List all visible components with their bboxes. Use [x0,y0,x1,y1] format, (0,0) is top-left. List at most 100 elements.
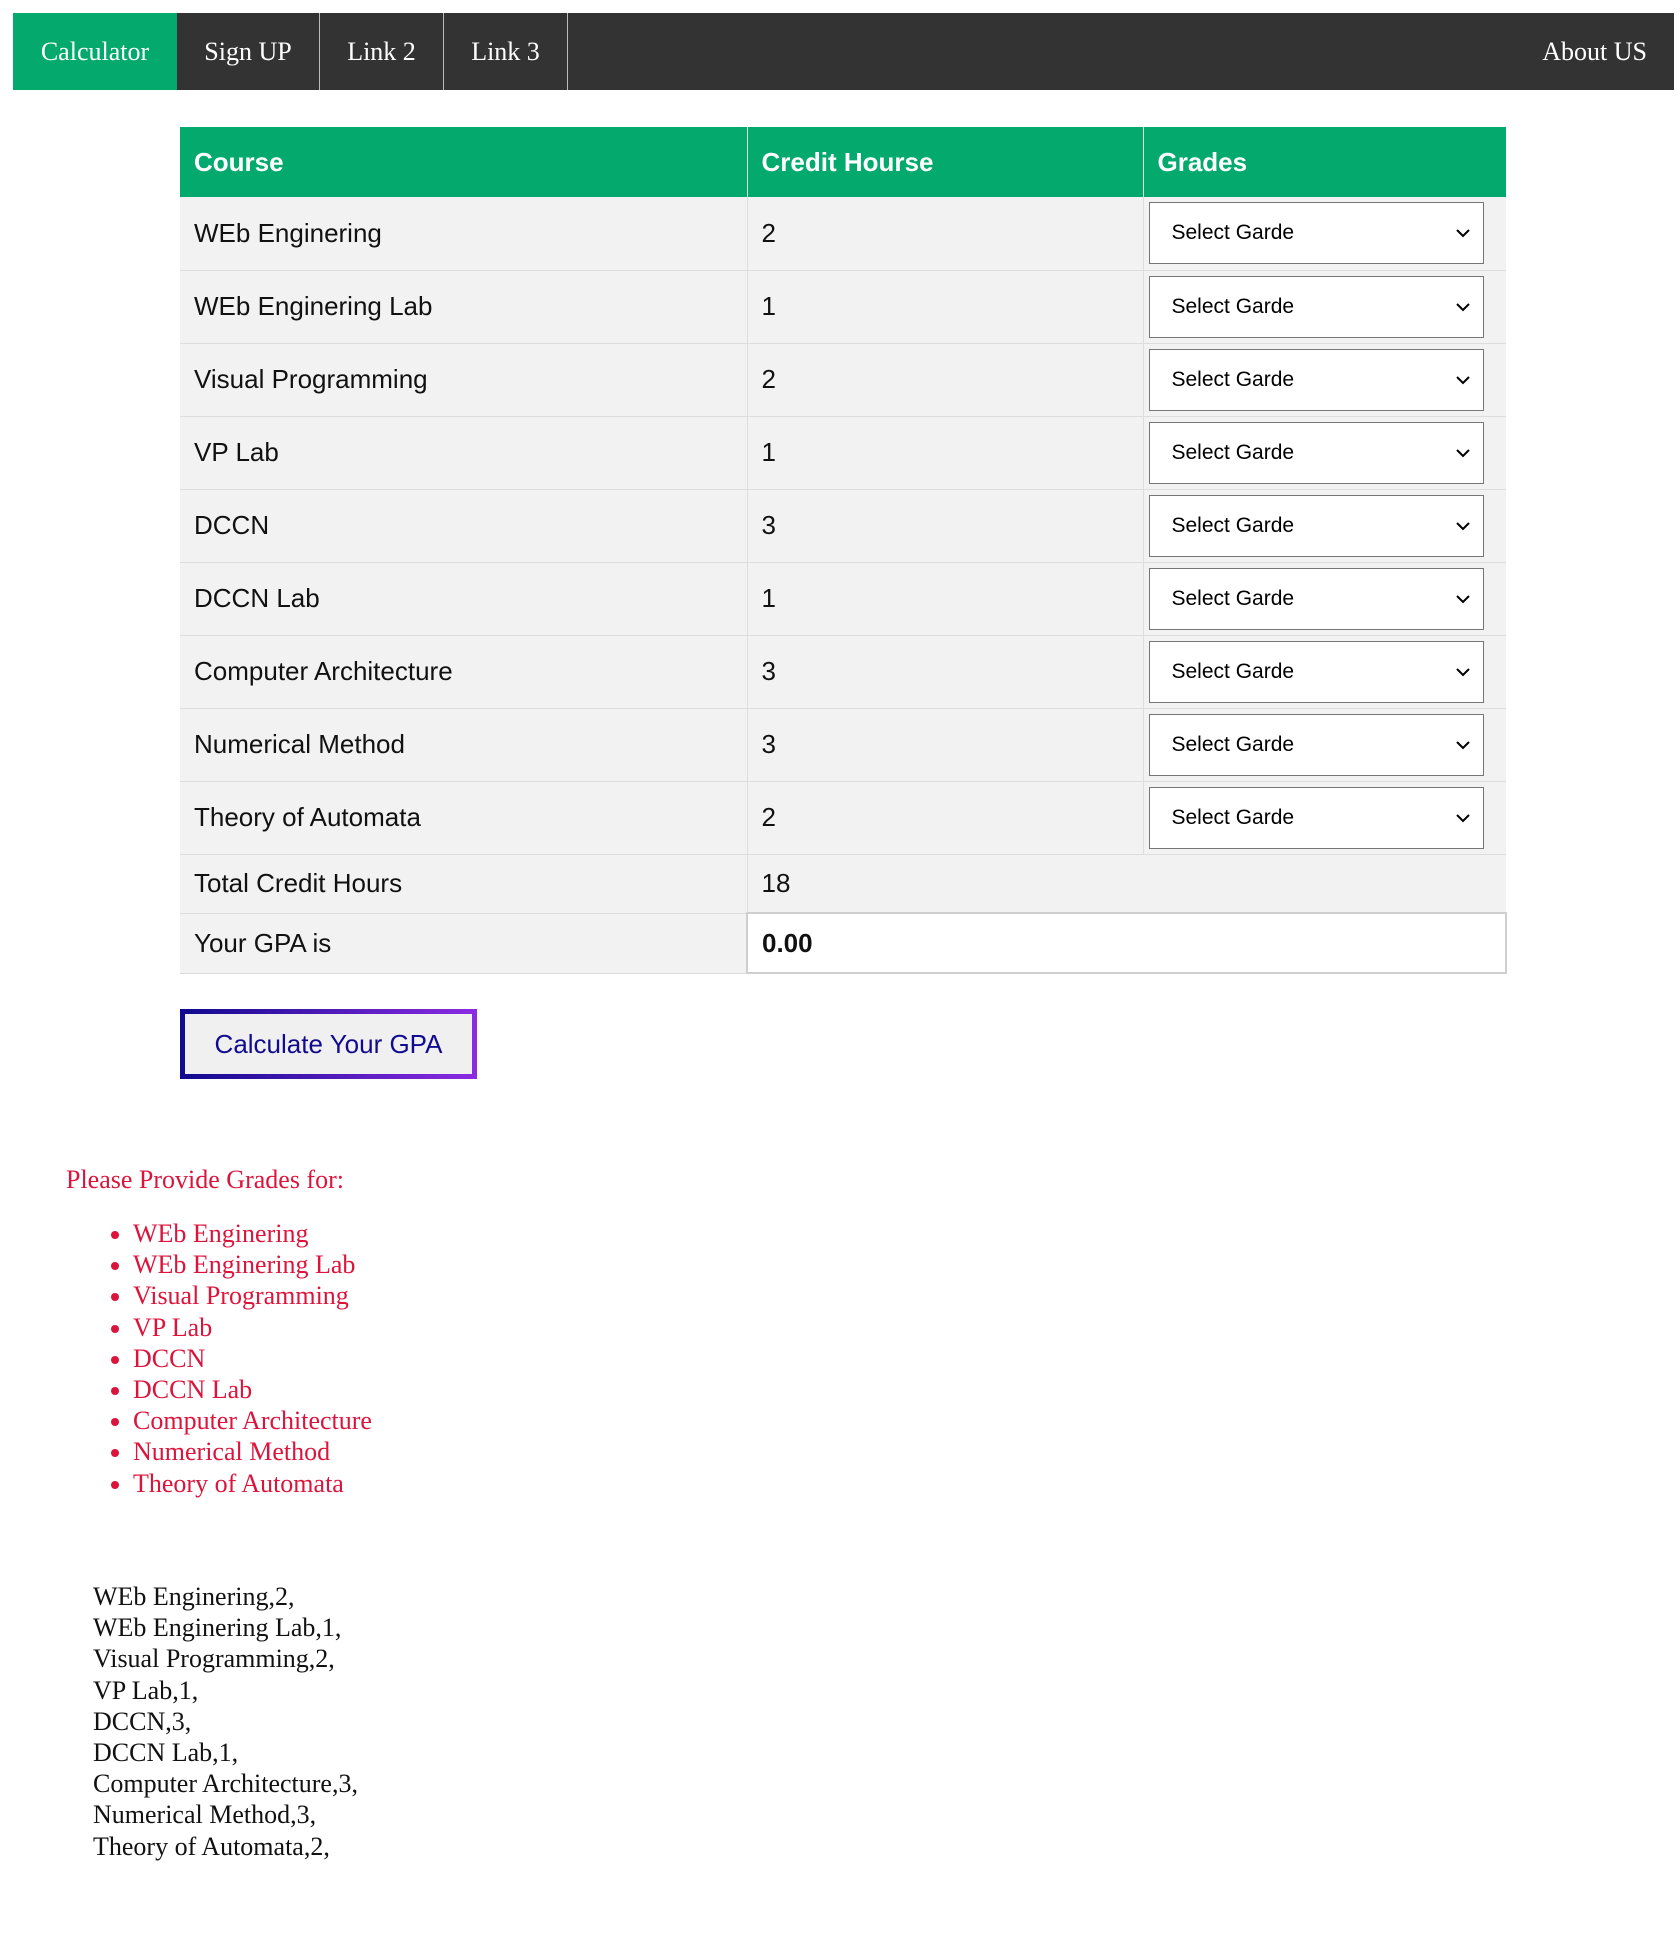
summary-line: WEb Enginering,2, [93,1582,295,1611]
list-item: WEb Enginering Lab [133,1249,372,1280]
credit-hours: 3 [747,708,1144,782]
list-item: DCCN [133,1343,372,1374]
summary-line: DCCN Lab,1, [93,1738,239,1768]
gpa-row: Your GPA is 0.00 [180,912,1507,974]
grade-select[interactable]: Select Garde [1148,275,1484,338]
missing-grades-warning: Please Provide Grades for: WEb Enginerin… [66,1160,372,1499]
summary-line: Numerical Method,3, [93,1800,317,1830]
table-row: WEb Enginering Lab 1 Select Garde [180,270,1506,344]
summary-line: VP Lab,1, [93,1675,199,1705]
credit-hours: 2 [747,781,1144,855]
grade-select[interactable]: Select Garde [1148,567,1484,630]
summary-line: Theory of Automata,2, [93,1831,330,1861]
course-name: Computer Architecture [180,635,748,709]
grade-cell: Select Garde [1143,562,1506,636]
course-name: VP Lab [180,416,748,490]
nav-calculator[interactable]: Calculator [13,13,177,90]
grade-cell: Select Garde [1143,781,1506,855]
grade-cell: Select Garde [1143,708,1506,782]
chevron-down-icon [1455,448,1470,457]
grade-select[interactable]: Select Garde [1148,640,1484,703]
credit-hours: 2 [747,197,1144,271]
grade-select-value: Select Garde [1171,513,1295,537]
grade-select[interactable]: Select Garde [1148,421,1484,484]
course-name: DCCN Lab [180,562,748,636]
grade-cell: Select Garde [1143,270,1506,344]
grade-select-value: Select Garde [1171,659,1295,683]
gpa-table: Course Credit Hourse Grades WEb Engineri… [180,127,1507,974]
chevron-down-icon [1455,375,1470,384]
grade-select-value: Select Garde [1171,221,1295,245]
grade-cell: Select Garde [1143,197,1506,271]
course-name: WEb Enginering [180,197,748,271]
grade-select[interactable]: Select Garde [1148,202,1484,265]
chevron-down-icon [1455,813,1470,822]
credit-hours: 1 [747,562,1144,636]
list-item: Theory of Automata [133,1468,372,1499]
grade-select[interactable]: Select Garde [1148,348,1484,411]
header-credit-hours: Credit Hourse [747,127,1144,197]
grade-select-value: Select Garde [1171,367,1295,391]
header-course: Course [180,127,748,197]
nav-about-us[interactable]: About US [1515,13,1674,90]
table-row: Theory of Automata 2 Select Garde [180,781,1506,855]
total-credit-label: Total Credit Hours [180,854,748,914]
list-item: Numerical Method [133,1436,372,1467]
top-navbar: Calculator Sign UP Link 2 Link 3 About U… [13,13,1674,90]
grade-cell: Select Garde [1143,343,1506,417]
grade-select[interactable]: Select Garde [1148,786,1484,849]
grade-select-value: Select Garde [1171,440,1295,464]
grade-cell: Select Garde [1143,416,1506,490]
chevron-down-icon [1455,521,1470,530]
list-item: VP Lab [133,1312,372,1343]
table-row: Visual Programming 2 Select Garde [180,343,1506,417]
gpa-label: Your GPA is [180,913,748,974]
credit-hours: 3 [747,489,1144,563]
table-header-row: Course Credit Hourse Grades [180,127,1506,197]
course-name: DCCN [180,489,748,563]
gpa-output: 0.00 [746,912,1507,974]
summary-line: DCCN,3, [93,1706,192,1736]
nav-link-3[interactable]: Link 3 [444,13,568,90]
chevron-down-icon [1455,740,1470,749]
total-credit-row: Total Credit Hours 18 [180,854,1506,914]
grade-select[interactable]: Select Garde [1148,494,1484,557]
summary-line: Visual Programming,2, [93,1644,335,1674]
grade-select-value: Select Garde [1171,732,1295,756]
chevron-down-icon [1455,594,1470,603]
nav-sign-up[interactable]: Sign UP [177,13,320,90]
chevron-down-icon [1455,667,1470,676]
warning-title: Please Provide Grades for: [66,1165,344,1194]
nav-link-2[interactable]: Link 2 [320,13,444,90]
table-row: DCCN Lab 1 Select Garde [180,562,1506,636]
table-row: WEb Enginering 2 Select Garde [180,197,1506,271]
table-row: Numerical Method 3 Select Garde [180,708,1506,782]
course-name: Numerical Method [180,708,748,782]
total-credit-value: 18 [747,854,1506,914]
chevron-down-icon [1455,302,1470,311]
grade-select-value: Select Garde [1171,586,1295,610]
summary-line: Computer Architecture,3, [93,1769,358,1799]
header-grades: Grades [1143,127,1506,197]
course-name: Visual Programming [180,343,748,417]
list-item: DCCN Lab [133,1374,372,1405]
table-row: Computer Architecture 3 Select Garde [180,635,1506,709]
course-name: WEb Enginering Lab [180,270,748,344]
credit-hours: 3 [747,635,1144,709]
course-summary: WEb Enginering,2, WEb Enginering Lab,1, … [93,1581,358,1862]
summary-line: WEb Enginering Lab,1, [93,1613,342,1643]
missing-grades-list: WEb Enginering WEb Enginering Lab Visual… [66,1218,372,1499]
list-item: WEb Enginering [133,1218,372,1249]
calculate-gpa-button[interactable]: Calculate Your GPA [180,1009,477,1079]
grade-cell: Select Garde [1143,489,1506,563]
list-item: Computer Architecture [133,1405,372,1436]
grade-select-value: Select Garde [1171,294,1295,318]
list-item: Visual Programming [133,1280,372,1311]
table-row: VP Lab 1 Select Garde [180,416,1506,490]
grade-cell: Select Garde [1143,635,1506,709]
course-name: Theory of Automata [180,781,748,855]
grade-select[interactable]: Select Garde [1148,713,1484,776]
credit-hours: 1 [747,416,1144,490]
credit-hours: 2 [747,343,1144,417]
